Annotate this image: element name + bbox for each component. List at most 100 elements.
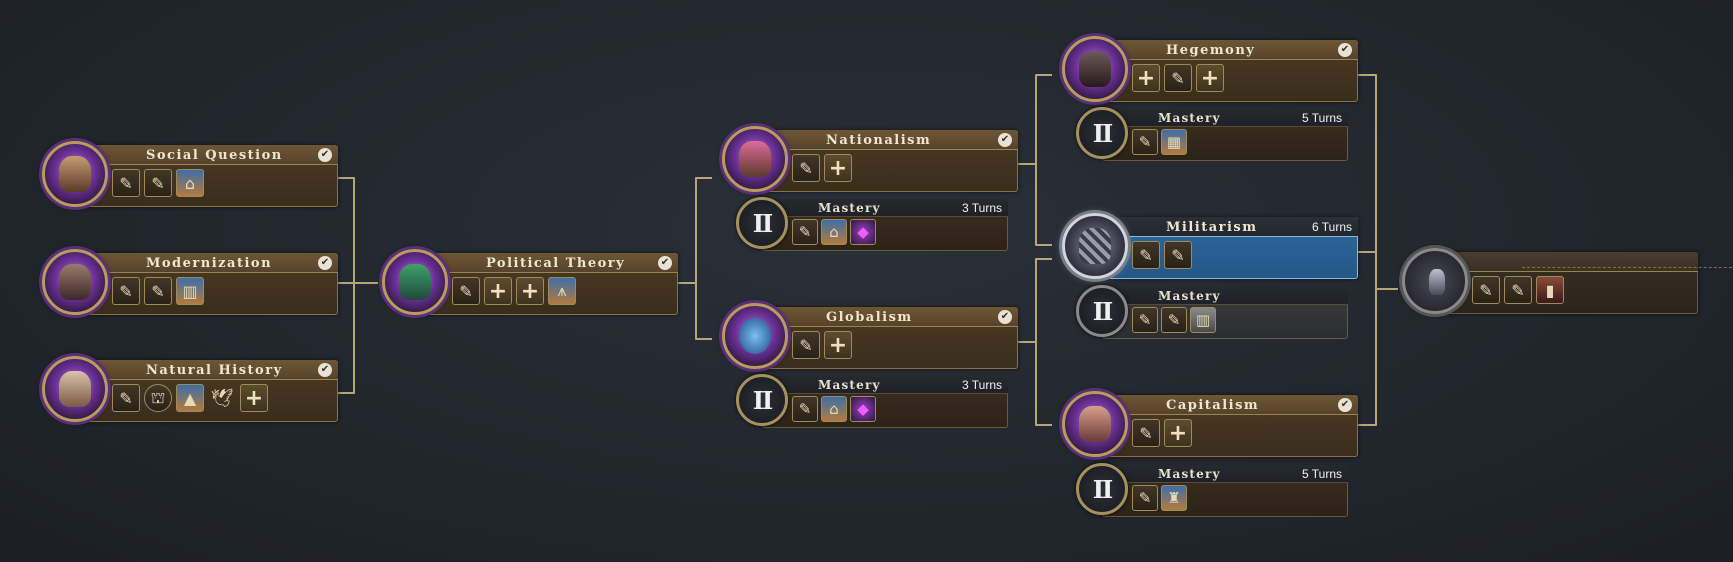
quill-icon[interactable]: ✎ [112,384,140,412]
civic-political-theory[interactable]: Political Theory ✔ ✎ + + ⩚ [382,249,678,315]
unlock-icons: ✎ ✎ ▥ [1132,307,1216,333]
plus-icon[interactable]: + [516,277,544,305]
mastery-badge-icon: II [736,197,788,249]
gem-icon[interactable]: ◆ [850,219,876,245]
gem-icon[interactable]: ◆ [850,396,876,422]
quill-icon[interactable]: ✎ [1161,307,1187,333]
capitalism-portrait-icon [1062,391,1128,457]
mastery-title: Mastery [1158,111,1221,125]
building-icon[interactable]: ⩚ [548,277,576,305]
turns-label: 6 Turns [1311,220,1352,234]
civic-social-question[interactable]: Social Question ✔ ✎ ✎ ⌂ [42,141,338,207]
civic-nationalism[interactable]: Nationalism ✔ ✎ + [722,126,1018,192]
civic-natural-history[interactable]: Natural History ✔ ✎ ⛫ ▲ 🕊 + [42,356,338,422]
hegemony-portrait-icon [1062,36,1128,102]
civic-title-bar: Militarism 6 Turns [1096,217,1358,237]
mastery-title: Mastery [818,378,881,392]
quill-icon[interactable]: ✎ [452,277,480,305]
factory-portrait-icon [42,249,108,315]
quill-icon[interactable]: ✎ [1132,419,1160,447]
building-icon[interactable]: ▮ [1536,276,1564,304]
check-icon: ✔ [1338,398,1352,412]
quill-icon[interactable]: ✎ [1132,241,1160,269]
building-icon[interactable]: ▥ [176,277,204,305]
civic-modernization[interactable]: Modernization ✔ ✎ ✎ ▥ [42,249,338,315]
quill-icon[interactable]: ✎ [792,331,820,359]
mastery-title-bar: Mastery 3 Turns [762,199,1008,217]
civic-title-bar: Natural History ✔ [76,360,338,380]
plus-icon[interactable]: + [484,277,512,305]
dove-icon[interactable]: 🕊 [208,384,236,412]
mastery-nationalism[interactable]: Mastery 3 Turns II ✎ ⌂ ◆ [736,197,1008,251]
quill-icon[interactable]: ✎ [1132,307,1158,333]
plus-icon[interactable]: + [824,331,852,359]
plus-icon[interactable]: + [824,154,852,182]
statue-icon[interactable]: ♜ [1161,485,1187,511]
civic-title-bar [1436,252,1733,272]
check-icon: ✔ [658,256,672,270]
quill-icon[interactable]: ✎ [792,154,820,182]
building-icon[interactable]: ▦ [1161,129,1187,155]
building-icon[interactable]: ▥ [1190,307,1216,333]
quill-icon[interactable]: ✎ [792,396,818,422]
civic-future-locked[interactable]: ✎ ✎ ▮ [1402,248,1733,314]
quill-icon[interactable]: ✎ [1164,241,1192,269]
quill-icon[interactable]: ✎ [1132,129,1158,155]
quill-icon[interactable]: ✎ [112,169,140,197]
civics-tree: Social Question ✔ ✎ ✎ ⌂ Modernization ✔ … [0,0,1733,562]
civic-title-bar: Political Theory ✔ [416,253,678,273]
unlock-icons: ✎ ⛫ ▲ 🕊 + [112,384,268,412]
civic-title-bar: Capitalism ✔ [1096,395,1358,415]
quill-icon[interactable]: ✎ [792,219,818,245]
civic-capitalism[interactable]: Capitalism ✔ ✎ + [1062,391,1358,457]
civic-title: Militarism [1166,220,1258,235]
quill-icon[interactable]: ✎ [144,277,172,305]
civic-globalism[interactable]: Globalism ✔ ✎ + [722,303,1018,369]
mastery-title: Mastery [1158,289,1221,303]
militarism-portrait-icon [1062,213,1128,279]
mastery-title-bar: Mastery 5 Turns [1102,465,1348,483]
mastery-globalism[interactable]: Mastery 3 Turns II ✎ ⌂ ◆ [736,374,1008,428]
civic-title: Modernization [146,256,273,271]
unlock-icons: ✎ + + ⩚ [452,277,576,305]
unlock-icons: ✎ ✎ ▥ [112,277,204,305]
turns-label: 3 Turns [961,378,1002,392]
civic-title: Political Theory [486,256,626,271]
building-icon[interactable]: ⌂ [821,396,847,422]
quill-icon[interactable]: ✎ [1132,485,1158,511]
plus-icon[interactable]: + [240,384,268,412]
check-icon: ✔ [998,133,1012,147]
unlock-icons: ✎ ✎ ⌂ [112,169,204,197]
quill-icon[interactable]: ✎ [112,277,140,305]
quill-icon[interactable]: ✎ [1164,64,1192,92]
unlock-icons: ✎ ♜ [1132,485,1187,511]
check-icon: ✔ [1338,43,1352,57]
mastery-militarism[interactable]: Mastery II ✎ ✎ ▥ [1076,285,1348,339]
building-icon[interactable]: ⌂ [176,169,204,197]
unreadable-title [1522,255,1733,268]
building-icon[interactable]: ⌂ [821,219,847,245]
check-icon: ✔ [318,256,332,270]
civic-title: Globalism [826,310,913,325]
building-icon[interactable]: ▲ [176,384,204,412]
mastery-title-bar: Mastery 3 Turns [762,376,1008,394]
civic-militarism[interactable]: Militarism 6 Turns ✎ ✎ [1062,213,1358,279]
civic-title: Nationalism [826,133,932,148]
civic-title: Natural History [146,363,283,378]
quill-icon[interactable]: ✎ [1472,276,1500,304]
civic-hegemony[interactable]: Hegemony ✔ + ✎ + [1062,36,1358,102]
mastery-hegemony[interactable]: Mastery 5 Turns II ✎ ▦ [1076,107,1348,161]
quill-icon[interactable]: ✎ [1504,276,1532,304]
museum-icon[interactable]: ⛫ [144,384,172,412]
mastery-title-bar: Mastery 5 Turns [1102,109,1348,127]
plus-icon[interactable]: + [1196,64,1224,92]
plus-icon[interactable]: + [1164,419,1192,447]
plus-icon[interactable]: + [1132,64,1160,92]
quill-icon[interactable]: ✎ [144,169,172,197]
civic-title-bar: Nationalism ✔ [756,130,1018,150]
check-icon: ✔ [318,148,332,162]
mastery-badge-icon: II [736,374,788,426]
mastery-capitalism[interactable]: Mastery 5 Turns II ✎ ♜ [1076,463,1348,517]
civic-title: Capitalism [1166,398,1260,413]
turns-label: 5 Turns [1301,467,1342,481]
